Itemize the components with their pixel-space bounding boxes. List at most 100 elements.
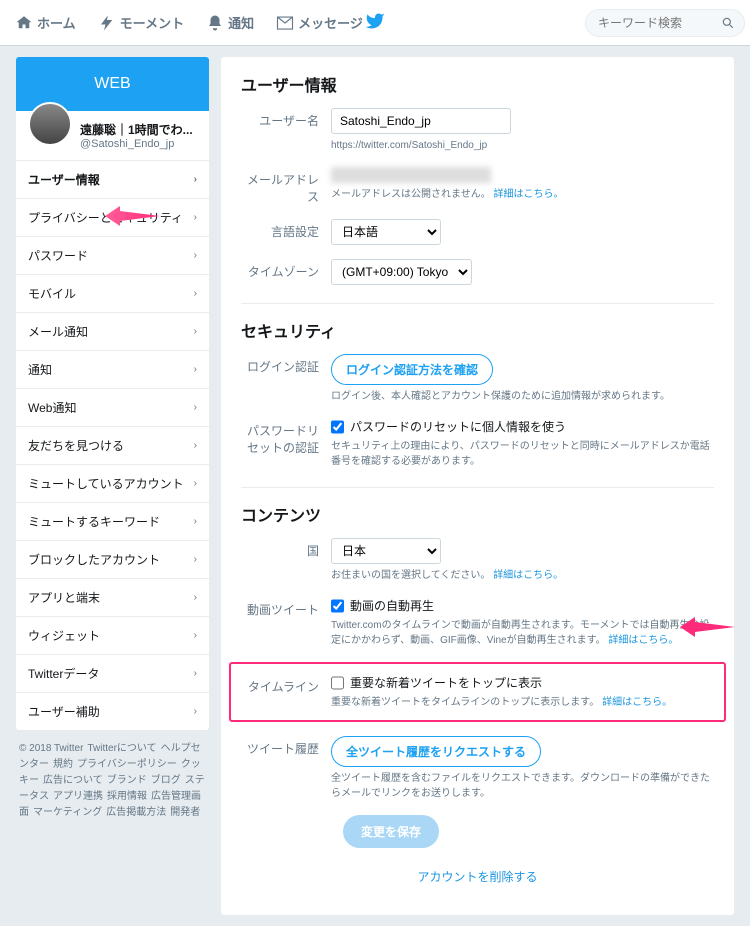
sidebar-item-2[interactable]: パスワード› xyxy=(16,237,209,275)
sidebar-item-6[interactable]: Web通知 › xyxy=(16,389,209,427)
chevron-right-icon: › xyxy=(194,250,197,261)
footer-link[interactable]: ブランド xyxy=(107,775,147,786)
timezone-label: タイムゾーン xyxy=(241,259,331,280)
sidebar-item-11[interactable]: アプリと端末› xyxy=(16,579,209,617)
footer-link[interactable]: マーケティング xyxy=(33,807,102,818)
section-content: コンテンツ xyxy=(241,502,714,526)
timezone-select[interactable]: (GMT+09:00) Tokyo xyxy=(331,259,472,285)
sidebar-item-label: Web通知 xyxy=(28,399,76,416)
sidebar-item-label: 通知 xyxy=(28,361,52,378)
timeline-note: 重要な新着ツイートをタイムラインのトップに表示します。 xyxy=(331,697,599,708)
sidebar-item-4[interactable]: メール通知 › xyxy=(16,313,209,351)
archive-request-button[interactable]: 全ツイート履歴をリクエストする xyxy=(331,736,541,767)
home-icon xyxy=(15,14,33,32)
email-details-link[interactable]: 詳細はこちら。 xyxy=(493,189,563,200)
chevron-right-icon: › xyxy=(194,706,197,717)
footer-link[interactable]: プライバシーポリシー xyxy=(77,759,177,770)
footer-link[interactable]: Twitterについて xyxy=(87,743,156,754)
sidebar-item-0[interactable]: ユーザー情報› xyxy=(16,161,209,199)
country-details-link[interactable]: 詳細はこちら。 xyxy=(493,570,563,581)
sidebar-item-label: ミュートしているアカウント xyxy=(28,475,184,492)
footer-link[interactable]: 広告について xyxy=(43,775,103,786)
nav-notifications[interactable]: 通知 xyxy=(206,13,254,32)
sidebar-item-12[interactable]: ウィジェット › xyxy=(16,617,209,655)
timeline-top-checkbox[interactable] xyxy=(331,675,344,691)
sidebar-item-3[interactable]: モバイル› xyxy=(16,275,209,313)
chevron-right-icon: › xyxy=(194,668,197,679)
footer-link[interactable]: アプリ連携 xyxy=(53,791,103,802)
profile-handle: @Satoshi_Endo_jp xyxy=(80,138,193,150)
country-select[interactable]: 日本 xyxy=(331,538,441,564)
sidebar-profile[interactable]: 遠藤聡｜1時間でわ... @Satoshi_Endo_jp xyxy=(16,111,209,161)
sidebar: WEB 遠藤聡｜1時間でわ... @Satoshi_Endo_jp ユーザー情報… xyxy=(15,56,210,731)
nav-home[interactable]: ホーム xyxy=(15,13,76,32)
timeline-label: タイムライン xyxy=(241,674,331,695)
username-label: ユーザー名 xyxy=(241,108,331,129)
language-label: 言語設定 xyxy=(241,219,331,240)
timeline-details-link[interactable]: 詳細はこちら。 xyxy=(602,697,672,708)
username-url: https://twitter.com/Satoshi_Endo_jp xyxy=(331,138,714,153)
timeline-check-label: 重要な新着ツイートをトップに表示 xyxy=(350,674,542,691)
footer-link[interactable]: 開発者 xyxy=(170,807,200,818)
footer-link[interactable]: ブログ xyxy=(151,775,181,786)
language-select[interactable]: 日本語 xyxy=(331,219,441,245)
chevron-right-icon: › xyxy=(194,630,197,641)
chevron-right-icon: › xyxy=(194,402,197,413)
sidebar-item-label: モバイル xyxy=(28,285,76,302)
sidebar-item-9[interactable]: ミュートするキーワード› xyxy=(16,503,209,541)
save-button[interactable]: 変更を保存 xyxy=(343,815,439,848)
chevron-right-icon: › xyxy=(194,212,197,223)
timeline-highlight-box: タイムライン 重要な新着ツイートをトップに表示 重要な新着ツイートをタイムライン… xyxy=(229,662,726,722)
pw-reset-label: パスワードリセットの認証 xyxy=(241,418,331,456)
chevron-right-icon: › xyxy=(194,326,197,337)
twitter-logo[interactable] xyxy=(365,11,385,34)
sidebar-item-7[interactable]: 友だちを見つける › xyxy=(16,427,209,465)
pw-reset-checkbox[interactable] xyxy=(331,419,344,435)
bell-icon xyxy=(206,14,224,32)
sidebar-item-label: ブロックしたアカウント xyxy=(28,551,160,568)
video-label: 動画ツイート xyxy=(241,597,331,618)
section-user-info: ユーザー情報 xyxy=(241,72,714,96)
sidebar-item-10[interactable]: ブロックしたアカウント› xyxy=(16,541,209,579)
pw-reset-check-label: パスワードのリセットに個人情報を使う xyxy=(350,418,566,435)
username-input[interactable] xyxy=(331,108,511,134)
main-content: ユーザー情報 ユーザー名 https://twitter.com/Satoshi… xyxy=(220,56,735,916)
section-security: セキュリティ xyxy=(241,318,714,342)
footer: © 2018 TwitterTwitterについてヘルプセンター規約プライバシー… xyxy=(15,731,210,831)
nav-notifications-label: 通知 xyxy=(228,13,254,32)
lightning-icon xyxy=(98,14,116,32)
sidebar-item-5[interactable]: 通知› xyxy=(16,351,209,389)
sidebar-item-13[interactable]: Twitterデータ› xyxy=(16,655,209,693)
chevron-right-icon: › xyxy=(194,516,197,527)
video-details-link[interactable]: 詳細はこちら。 xyxy=(608,635,678,646)
login-auth-button[interactable]: ログイン認証方法を確認 xyxy=(331,354,493,385)
sidebar-item-label: 友だちを見つける xyxy=(28,437,124,454)
footer-link[interactable]: 広告掲載方法 xyxy=(106,807,166,818)
email-label: メールアドレス xyxy=(241,167,331,205)
avatar xyxy=(28,102,72,146)
annotation-arrow-timeline xyxy=(680,612,740,645)
delete-account-link[interactable]: アカウントを削除する xyxy=(417,870,537,884)
email-note: メールアドレスは公開されません。 xyxy=(331,189,491,200)
nav-home-label: ホーム xyxy=(37,13,76,32)
video-check-label: 動画の自動再生 xyxy=(350,597,434,614)
login-auth-label: ログイン認証 xyxy=(241,354,331,375)
search-icon[interactable] xyxy=(721,16,735,30)
sidebar-item-label: メール通知 xyxy=(28,323,88,340)
chevron-right-icon: › xyxy=(194,592,197,603)
footer-link[interactable]: 規約 xyxy=(53,759,73,770)
sidebar-item-14[interactable]: ユーザー補助› xyxy=(16,693,209,730)
nav-messages[interactable]: メッセージ xyxy=(276,13,363,32)
envelope-icon xyxy=(276,14,294,32)
topbar: ホーム モーメント 通知 メッセージ xyxy=(0,0,750,46)
chevron-right-icon: › xyxy=(194,440,197,451)
footer-link[interactable]: 採用情報 xyxy=(107,791,147,802)
pw-reset-note: セキュリティ上の理由により、パスワードのリセットと同時にメールアドレスか電話番号… xyxy=(331,439,714,469)
nav-moments[interactable]: モーメント xyxy=(98,13,184,32)
video-autoplay-checkbox[interactable] xyxy=(331,598,344,614)
sidebar-item-label: ユーザー情報 xyxy=(28,171,100,188)
profile-name: 遠藤聡｜1時間でわ... xyxy=(80,121,193,138)
sidebar-item-label: ウィジェット xyxy=(28,627,100,644)
sidebar-item-8[interactable]: ミュートしているアカウント› xyxy=(16,465,209,503)
nav-moments-label: モーメント xyxy=(120,13,184,32)
